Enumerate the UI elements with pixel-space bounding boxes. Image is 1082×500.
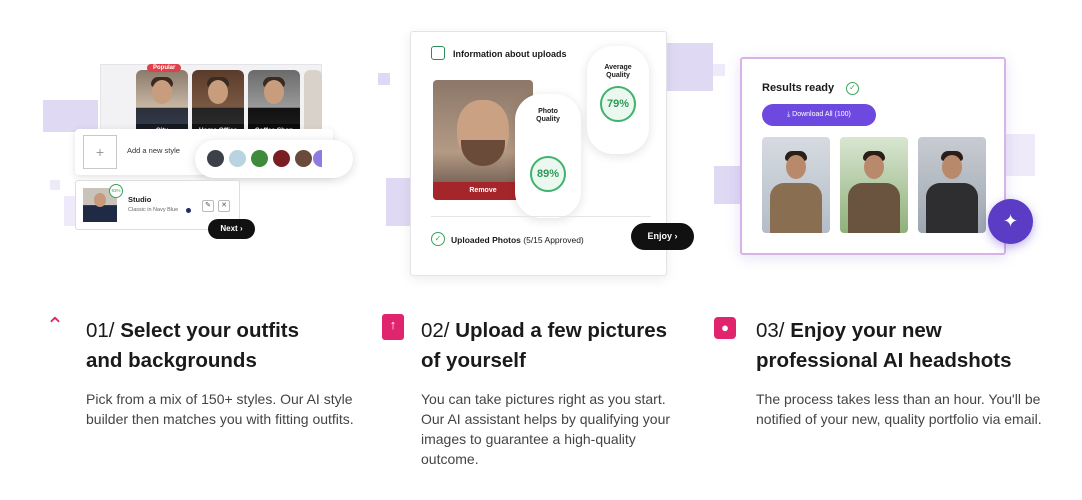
photo-quality-pill: Photo Quality 89% [515,94,581,218]
step-title-line2: and backgrounds [86,349,257,372]
decor-block [713,64,725,76]
step-number: 02/ [421,319,450,342]
party-popper-icon: ✦ [988,199,1033,244]
result-headshot[interactable] [840,137,908,233]
decor-block [43,100,98,132]
step-title-line2: of yourself [421,349,526,372]
step-1-title: 01/ Select your outfits and backgrounds [86,316,299,376]
average-quality-pill: Average Quality 79% [587,46,649,154]
studio-match-badge: 93% [109,184,123,198]
step-3-title: 03/ Enjoy your new professional AI heads… [756,316,1012,376]
color-swatch[interactable] [229,150,246,167]
result-headshot[interactable] [762,137,830,233]
style-photo-coffee-shop[interactable]: Coffee Shop [248,70,300,138]
color-swatch[interactable] [251,150,268,167]
style-photo-home-office[interactable]: Home Office [192,70,244,138]
results-card: Results ready ✓ ⤓ Download All (100) [740,57,1006,255]
step-number: 01/ [86,319,115,342]
edit-icon[interactable]: ✎ [202,200,214,212]
studio-title: Studio [128,195,152,204]
uploaded-photos-status: Uploaded Photos (5/15 Approved) [451,235,584,245]
decor-block [1005,134,1035,176]
studio-subtitle: Classic in Navy Blue [128,207,179,213]
color-swatch[interactable] [295,150,312,167]
check-icon: ✓ [431,232,445,246]
step-2-description: You can take pictures right as you start… [421,391,671,467]
user-badge-icon: ● [714,317,736,339]
step-3-description: The process takes less than an hour. You… [756,391,1042,427]
step-title-line2: professional AI headshots [756,349,1012,372]
results-title: Results ready [762,82,835,94]
step-title-line1: Upload a few pictures [455,319,668,342]
average-quality-label: Average Quality [604,64,632,79]
step-title-line1: Select your outfits [120,319,300,342]
popular-badge: Popular [147,64,182,72]
decor-block [50,180,60,190]
step-number: 03/ [756,319,785,342]
image-add-icon [431,46,445,60]
file-upload-icon: ↑ [382,314,404,340]
navy-color-dot [186,208,191,213]
color-swatch[interactable] [207,150,224,167]
photo-quality-label: Photo Quality [536,108,560,123]
add-style-label: Add a new style [127,146,180,155]
decor-block [665,43,713,91]
download-all-button[interactable]: ⤓ Download All (100) [762,104,876,126]
color-swatch-bar [195,140,353,178]
next-button[interactable]: Next › [208,219,255,239]
style-photo-partial [304,70,322,138]
step-2-title: 02/ Upload a few pictures of yourself [421,316,667,376]
decor-block [386,178,412,226]
uploaded-photos-count: (5/15 Approved) [523,235,584,245]
average-quality-score: 79% [600,86,636,122]
decor-block [714,166,742,204]
how-it-works-section: City Home Office Coffee Shop Popular + A… [0,0,1082,500]
color-swatch[interactable] [273,150,290,167]
step-1-description: Pick from a mix of 150+ styles. Our AI s… [86,391,354,427]
enjoy-button[interactable]: Enjoy › [631,223,694,250]
upload-info-card: Information about uploads Remove Photo Q… [410,31,667,276]
step-title-line1: Enjoy your new [790,319,942,342]
color-swatch[interactable] [313,150,322,167]
style-photo-city[interactable]: City [136,70,188,138]
close-icon[interactable]: ✕ [218,200,230,212]
result-headshot[interactable] [918,137,986,233]
divider [431,216,651,217]
check-icon: ✓ [846,82,859,95]
hanger-icon: ⌃ [45,313,65,338]
upload-info-header: Information about uploads [453,49,567,59]
photo-quality-score: 89% [530,156,566,192]
plus-icon[interactable]: + [83,135,117,169]
decor-block [378,73,390,85]
uploaded-photos-label: Uploaded Photos [451,235,521,245]
